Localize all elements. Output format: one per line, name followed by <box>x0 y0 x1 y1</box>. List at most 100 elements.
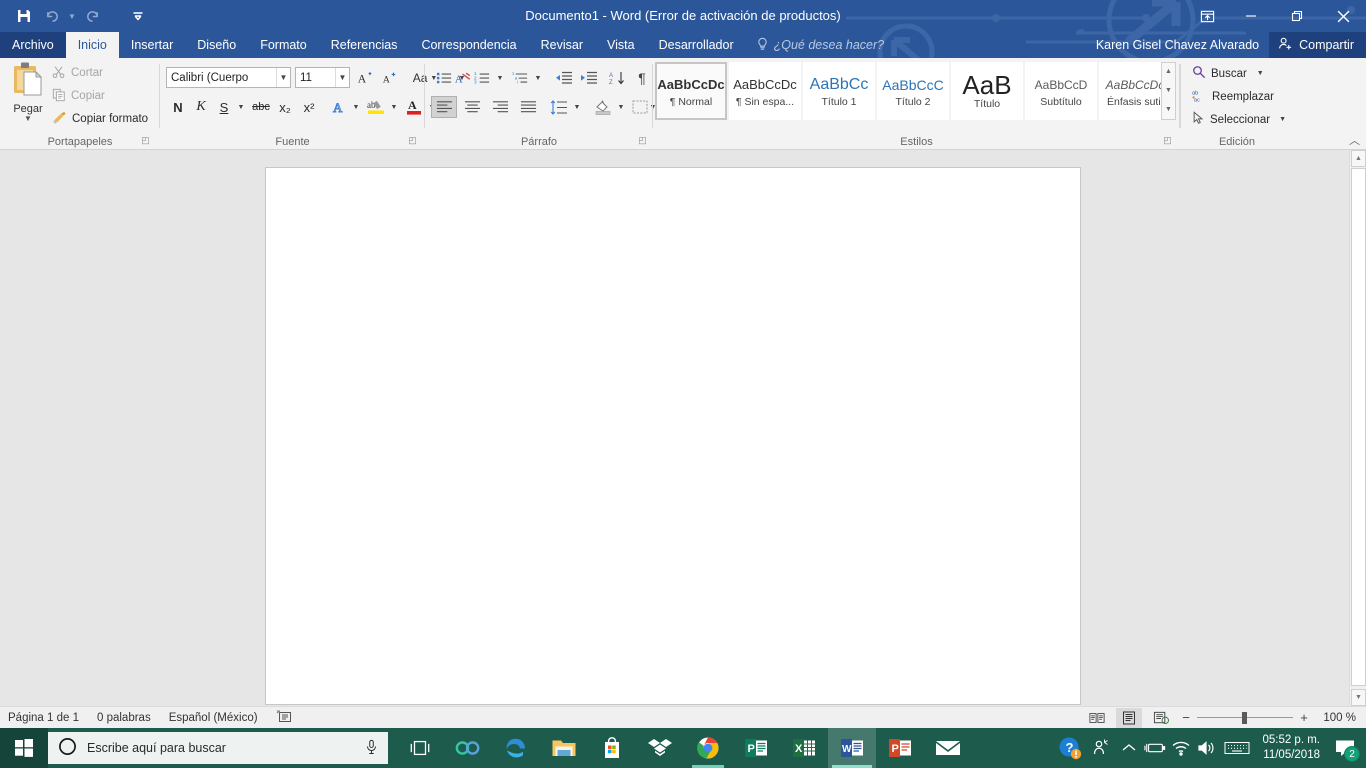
scroll-down-arrow-icon[interactable]: ▼ <box>1351 689 1366 706</box>
tab-vista[interactable]: Vista <box>595 32 647 58</box>
document-text[interactable] <box>266 168 1080 308</box>
find-caret-icon[interactable]: ▼ <box>1257 70 1264 77</box>
font-size-caret-icon[interactable]: ▼ <box>335 68 349 87</box>
bold-button[interactable]: N <box>168 96 188 118</box>
file-explorer-icon[interactable] <box>540 728 588 768</box>
undo-dropdown-caret-icon[interactable]: ▼ <box>66 3 78 29</box>
scrollbar-thumb[interactable] <box>1351 168 1366 686</box>
clipboard-dialog-launcher[interactable]: ◰ <box>139 134 152 147</box>
select-caret-icon[interactable]: ▼ <box>1279 116 1286 123</box>
tab-archivo[interactable]: Archivo <box>0 32 66 58</box>
numbering-caret-icon[interactable]: ▼ <box>494 67 506 89</box>
language-indicator[interactable]: Español (México) <box>169 712 258 724</box>
font-size-combobox[interactable]: 11 ▼ <box>295 67 350 88</box>
close-button[interactable] <box>1320 0 1366 32</box>
style-titulo-1[interactable]: AaBbCc Título 1 <box>803 62 875 120</box>
keyboard-icon[interactable] <box>1220 728 1254 768</box>
find-button[interactable]: Buscar ▼ <box>1192 63 1264 84</box>
font-dialog-launcher[interactable]: ◰ <box>406 134 419 147</box>
dropbox-icon[interactable] <box>636 728 684 768</box>
show-marks-button[interactable]: ¶ <box>633 67 651 89</box>
minimize-button[interactable] <box>1228 0 1274 32</box>
ribbon-display-options-icon[interactable] <box>1186 0 1228 32</box>
shrink-font-button[interactable]: A <box>378 67 400 89</box>
zoom-track[interactable] <box>1197 711 1293 725</box>
web-layout-view-button[interactable] <box>1148 708 1174 728</box>
customize-qat-icon[interactable] <box>124 3 152 29</box>
microphone-icon[interactable] <box>365 739 378 758</box>
tab-referencias[interactable]: Referencias <box>319 32 410 58</box>
underline-button[interactable]: S <box>214 96 234 118</box>
tab-diseno[interactable]: Diseño <box>185 32 248 58</box>
subscript-button[interactable]: x₂ <box>274 96 296 118</box>
format-painter-button[interactable]: Copiar formato <box>52 109 148 129</box>
sort-button[interactable]: AZ <box>606 67 630 89</box>
volume-icon[interactable] <box>1194 728 1220 768</box>
cortana-infinity-icon[interactable] <box>444 728 492 768</box>
tab-insertar[interactable]: Insertar <box>119 32 185 58</box>
highlight-caret-icon[interactable]: ▼ <box>388 96 400 118</box>
battery-icon[interactable] <box>1142 728 1168 768</box>
save-icon[interactable] <box>10 3 38 29</box>
tell-me-search[interactable]: ¿Qué desea hacer? <box>746 32 895 58</box>
wifi-icon[interactable] <box>1168 728 1194 768</box>
powerpoint-icon[interactable]: P <box>876 728 924 768</box>
tab-formato[interactable]: Formato <box>248 32 319 58</box>
text-effects-button[interactable]: A <box>328 96 350 118</box>
font-name-caret-icon[interactable]: ▼ <box>276 68 290 87</box>
user-name[interactable]: Karen Gisel Chavez Alvarado <box>1086 38 1269 52</box>
styles-gallery-scroll[interactable]: ▲ ▼ ▼ <box>1161 62 1176 120</box>
word-count[interactable]: 0 palabras <box>97 712 151 724</box>
microsoft-store-icon[interactable] <box>588 728 636 768</box>
undo-icon[interactable] <box>38 3 66 29</box>
vertical-scrollbar[interactable]: ▲ ▼ <box>1349 150 1366 706</box>
scroll-up-arrow-icon[interactable]: ▲ <box>1351 150 1366 167</box>
replace-button[interactable]: ab ac Reemplazar <box>1192 86 1274 107</box>
numbering-button[interactable]: 123 <box>471 67 493 89</box>
justify-button[interactable] <box>515 96 541 118</box>
zoom-level[interactable]: 100 % <box>1316 712 1356 724</box>
paste-button[interactable]: Pegar ▼ <box>6 61 50 127</box>
grow-font-button[interactable]: A <box>354 67 376 89</box>
multilevel-list-caret-icon[interactable]: ▼ <box>532 67 544 89</box>
text-effects-caret-icon[interactable]: ▼ <box>350 96 362 118</box>
style-titulo[interactable]: AaB Título <box>951 62 1023 120</box>
strikethrough-button[interactable]: abc <box>249 96 273 118</box>
proofing-icon[interactable] <box>276 709 292 726</box>
highlight-button[interactable]: ab <box>364 96 388 118</box>
underline-caret-icon[interactable]: ▼ <box>235 96 247 118</box>
tab-inicio[interactable]: Inicio <box>65 32 119 58</box>
styles-scroll-down-icon[interactable]: ▼ <box>1165 82 1172 100</box>
superscript-button[interactable]: x² <box>298 96 320 118</box>
bullets-button[interactable] <box>433 67 455 89</box>
mail-icon[interactable] <box>924 728 972 768</box>
page-indicator[interactable]: Página 1 de 1 <box>8 712 79 724</box>
style-sin-espaciado[interactable]: AaBbCcDc ¶ Sin espa... <box>729 62 801 120</box>
collapse-ribbon-icon[interactable]: ︿ <box>1349 132 1360 148</box>
line-spacing-caret-icon[interactable]: ▼ <box>571 96 583 118</box>
excel-icon[interactable]: X <box>780 728 828 768</box>
share-button[interactable]: Compartir <box>1269 32 1366 58</box>
zoom-slider[interactable]: − + <box>1180 710 1310 725</box>
task-view-icon[interactable] <box>396 728 444 768</box>
redo-icon[interactable] <box>78 3 106 29</box>
line-spacing-button[interactable] <box>547 96 571 118</box>
select-button[interactable]: Seleccionar ▼ <box>1192 109 1286 130</box>
style-subtitulo[interactable]: AaBbCcD Subtítulo <box>1025 62 1097 120</box>
search-input[interactable]: Escribe aquí para buscar <box>48 732 388 764</box>
bullets-caret-icon[interactable]: ▼ <box>456 67 468 89</box>
clock[interactable]: 05:52 p. m. 11/05/2018 <box>1254 733 1328 763</box>
people-icon[interactable] <box>1086 728 1116 768</box>
action-center-icon[interactable]: 2 <box>1328 728 1362 768</box>
tab-correspondencia[interactable]: Correspondencia <box>409 32 528 58</box>
publisher-icon[interactable]: P <box>732 728 780 768</box>
styles-more-icon[interactable]: ▼ <box>1165 101 1172 119</box>
read-mode-view-button[interactable] <box>1084 708 1110 728</box>
document-page[interactable] <box>265 167 1081 705</box>
windows-start-icon[interactable] <box>0 728 48 768</box>
paste-dropdown-caret-icon[interactable]: ▼ <box>24 115 32 123</box>
edge-icon[interactable] <box>492 728 540 768</box>
multilevel-list-button[interactable]: 1ai <box>509 67 531 89</box>
tab-desarrollador[interactable]: Desarrollador <box>647 32 746 58</box>
chrome-icon[interactable] <box>684 728 732 768</box>
